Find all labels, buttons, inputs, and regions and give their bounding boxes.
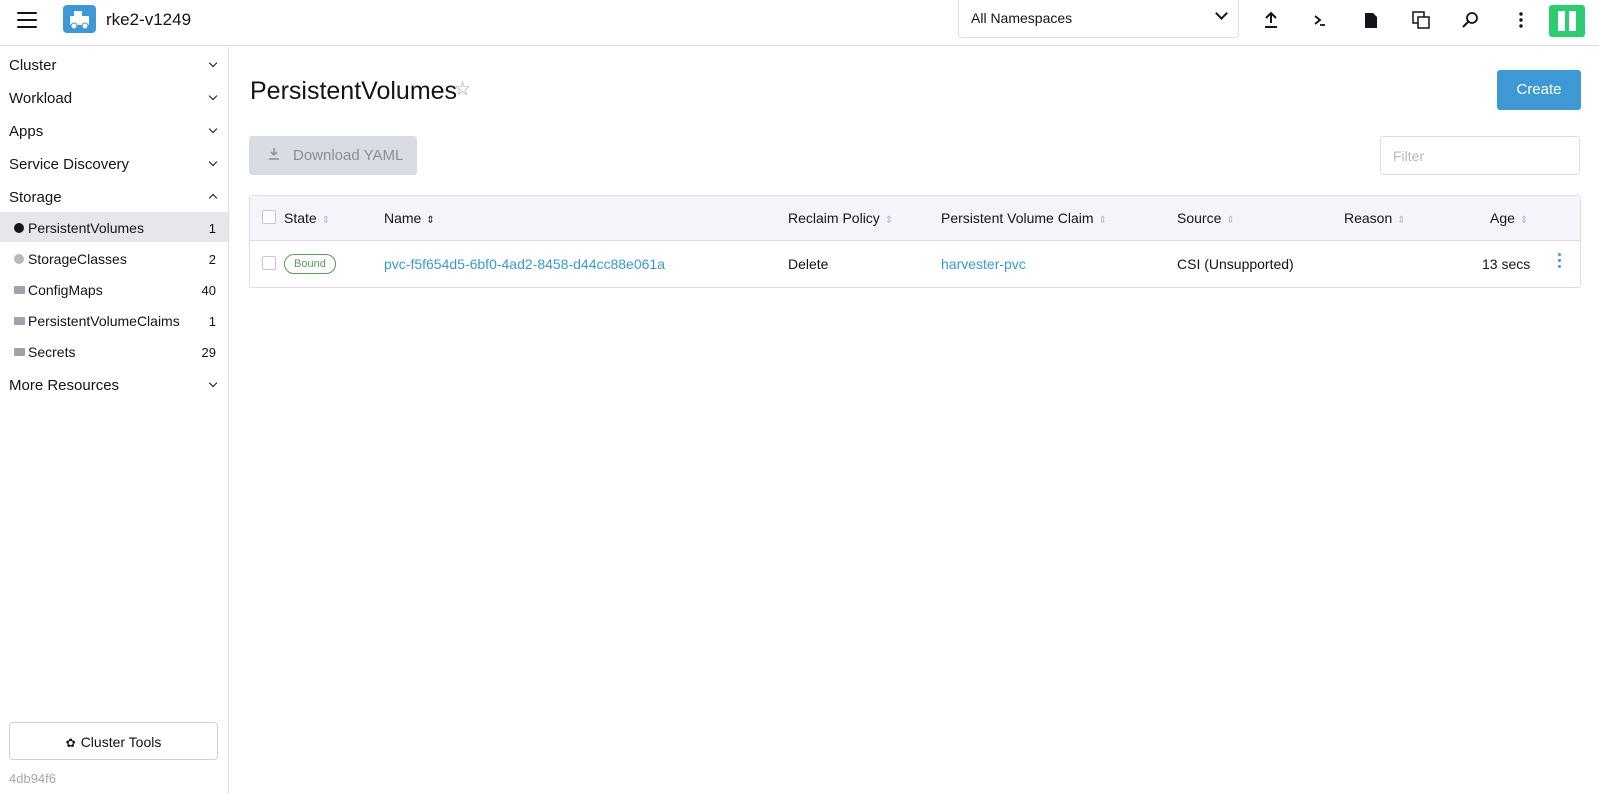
menu-icon[interactable] [17, 12, 37, 28]
cluster-tools-label: Cluster Tools [80, 734, 162, 750]
sidebar-item-count: 40 [201, 283, 216, 298]
top-header: rke2-v1249 All Namespaces [0, 0, 1599, 46]
column-header-age[interactable]: Age ⇕ [1490, 210, 1528, 226]
column-label: Name [384, 210, 422, 226]
sidebar-item-label: PersistentVolumeClaims [28, 313, 180, 329]
status-badge: Bound [284, 254, 336, 274]
column-label: Persistent Volume Claim [941, 210, 1094, 226]
sidebar-item-count: 2 [208, 252, 216, 267]
more-vertical-icon[interactable] [1509, 8, 1533, 32]
file-icon[interactable] [1359, 8, 1383, 32]
namespace-select-value: All Namespaces [971, 10, 1073, 26]
search-icon[interactable] [1459, 8, 1483, 32]
sidebar-item-secrets[interactable]: Secrets 29 [0, 336, 228, 366]
nav-group-service-discovery[interactable]: Service Discovery [0, 147, 228, 177]
upload-icon[interactable] [1259, 8, 1283, 32]
row-actions-icon[interactable] [1553, 253, 1565, 273]
sidebar-item-configmaps[interactable]: ConfigMaps 40 [0, 274, 228, 304]
nav-group-label: Workload [9, 90, 73, 107]
column-label: Source [1177, 210, 1222, 226]
cluster-name: rke2-v1249 [106, 10, 192, 29]
sidebar-item-label: StorageClasses [28, 251, 127, 267]
create-button[interactable]: Create [1497, 70, 1581, 110]
nav-group-label: Cluster [9, 57, 57, 74]
chevron-up-icon [208, 193, 218, 203]
persistent-volumes-table: State ⇕ Name ⇕ Reclaim Policy ⇕ Persistent … [249, 195, 1581, 288]
chevron-down-icon [208, 378, 218, 388]
nav-group-cluster[interactable]: Cluster [0, 48, 228, 78]
folder-icon [14, 286, 25, 294]
sort-icon: ⇕ [321, 215, 331, 226]
select-all-checkbox[interactable] [262, 210, 276, 224]
sidebar-item-storageclasses[interactable]: StorageClasses 2 [0, 243, 228, 273]
table-header: State ⇕ Name ⇕ Reclaim Policy ⇕ Persistent … [250, 196, 1580, 241]
sidebar-item-label: PersistentVolumes [28, 220, 144, 236]
column-label: Reclaim Policy [788, 210, 880, 226]
sidebar-item-count: 1 [208, 221, 216, 236]
globe-icon [14, 223, 24, 233]
cluster-tools-button[interactable]: ✿ Cluster Tools [9, 722, 218, 760]
sidebar-item-label: ConfigMaps [28, 282, 103, 298]
pv-name-link[interactable]: pvc-f5f654d5-6bf0-4ad2-8458-d44cc88e061a [384, 256, 665, 272]
column-header-state[interactable]: State ⇕ [284, 210, 330, 226]
sort-icon: ⇕ [1226, 215, 1235, 226]
download-yaml-label: Download YAML [293, 147, 404, 164]
copy-icon[interactable] [1409, 8, 1433, 32]
nav-group-storage[interactable]: Storage [0, 180, 228, 210]
chevron-down-icon [1215, 7, 1228, 20]
version-label: 4db94f6 [9, 771, 56, 786]
globe-icon [14, 254, 24, 264]
source-cell: CSI (Unsupported) [1177, 256, 1294, 272]
download-icon [268, 147, 280, 163]
nav-group-label: Storage [9, 189, 62, 206]
download-yaml-button[interactable]: Download YAML [249, 136, 417, 175]
nav-group-workload[interactable]: Workload [0, 81, 228, 111]
sort-icon: ⇕ [1519, 215, 1529, 226]
folder-icon [14, 317, 25, 325]
sidebar-item-persistentvolumes[interactable]: PersistentVolumes 1 [0, 212, 228, 242]
page-title: PersistentVolumes [250, 77, 458, 105]
namespace-select[interactable]: All Namespaces [958, 0, 1239, 38]
column-header-name[interactable]: Name ⇕ [384, 210, 435, 226]
chevron-down-icon [208, 91, 218, 101]
rancher-logo[interactable] [1549, 5, 1585, 37]
chevron-down-icon [208, 124, 218, 134]
column-header-source[interactable]: Source ⇕ [1177, 210, 1235, 226]
column-label: Age [1490, 210, 1515, 226]
sidebar-item-count: 1 [208, 314, 216, 329]
cluster-logo [63, 5, 96, 33]
filter-input[interactable] [1380, 136, 1580, 175]
sidebar-item-count: 29 [201, 345, 216, 360]
nav-group-more-resources[interactable]: More Resources [0, 368, 228, 398]
star-icon[interactable]: ☆ [454, 78, 471, 101]
row-checkbox[interactable] [262, 256, 276, 270]
sidebar-item-persistentvolumeclaims[interactable]: PersistentVolumeClaims 1 [0, 305, 228, 335]
reclaim-policy-cell: Delete [788, 256, 829, 272]
nav-group-apps[interactable]: Apps [0, 114, 228, 144]
nav-group-label: Service Discovery [9, 156, 130, 173]
sidebar: Cluster Workload Apps Service Discovery … [0, 47, 229, 794]
column-header-reclaim-policy[interactable]: Reclaim Policy ⇕ [788, 210, 893, 226]
chevron-down-icon [208, 157, 218, 167]
column-label: State [284, 210, 317, 226]
gear-icon: ✿ [65, 736, 76, 750]
sort-icon: ⇕ [884, 215, 894, 226]
folder-icon [14, 348, 25, 356]
sidebar-item-label: Secrets [28, 344, 76, 360]
terminal-icon[interactable] [1308, 8, 1332, 32]
sort-icon: ⇕ [1098, 215, 1107, 226]
pvc-link[interactable]: harvester-pvc [941, 256, 1026, 272]
sort-icon: ⇕ [426, 215, 435, 226]
nav-group-label: More Resources [9, 377, 120, 394]
sort-icon: ⇕ [1397, 215, 1406, 226]
column-header-pvc[interactable]: Persistent Volume Claim ⇕ [941, 210, 1107, 226]
column-header-reason[interactable]: Reason ⇕ [1344, 210, 1406, 226]
column-label: Reason [1344, 210, 1393, 226]
chevron-down-icon [208, 58, 218, 68]
nav-group-label: Apps [9, 123, 44, 140]
age-cell: 13 secs [1482, 256, 1531, 272]
